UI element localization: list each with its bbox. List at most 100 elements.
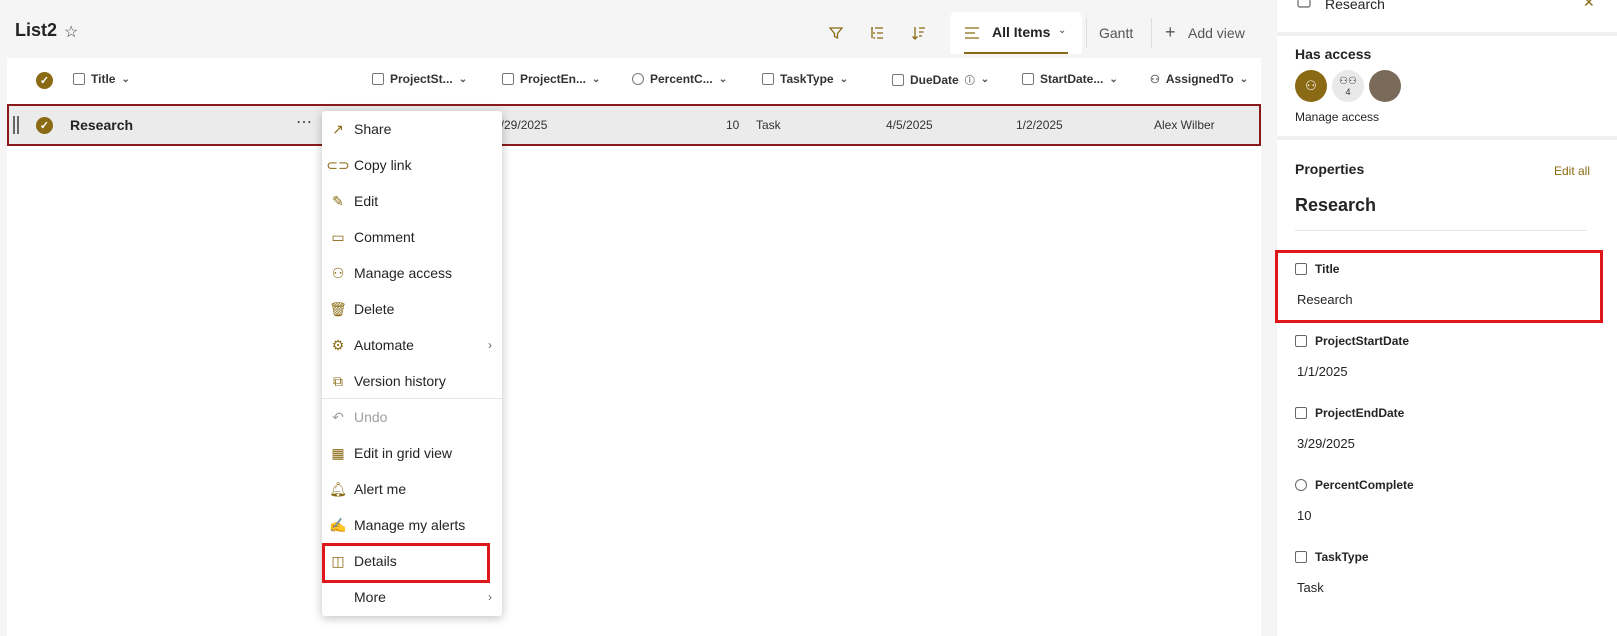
close-icon[interactable]: ✕ (1583, 0, 1595, 11)
tab-all-items[interactable]: All Items ⌄ (950, 12, 1082, 54)
link-icon: ⊂⊃ (326, 156, 350, 173)
owner-avatar-icon[interactable]: ⚇ (1295, 70, 1327, 102)
more-options-icon[interactable]: ⋯ (296, 112, 312, 132)
menu-item-automate[interactable]: ⚙ Automate › (322, 327, 502, 363)
property-value: 1/1/2025 (1297, 364, 1348, 379)
property-task-type[interactable]: TaskType Task (1277, 540, 1617, 612)
menu-item-label: Manage access (354, 265, 453, 281)
table-row[interactable] (7, 104, 1261, 146)
property-label-text: PercentComplete (1315, 478, 1414, 492)
calendar-icon (502, 73, 514, 85)
menu-item-undo: ↶ Undo (322, 399, 502, 435)
chevron-down-icon: ⌄ (458, 73, 468, 85)
group-avatar[interactable]: ⚇⚇ 4 (1332, 70, 1364, 102)
item-title: Research (1295, 195, 1377, 215)
property-label-text: ProjectStartDate (1315, 334, 1410, 348)
property-project-end-date[interactable]: ProjectEndDate 3/29/2025 (1277, 396, 1617, 468)
edit-all-link[interactable]: Edit all (1554, 164, 1590, 178)
column-header-due-date[interactable]: DueDate ⓘ ⌄ (892, 72, 989, 87)
view-name: All Items (992, 24, 1051, 40)
menu-item-label: Copy link (354, 157, 412, 173)
favorite-star-icon[interactable]: ☆ (64, 22, 78, 42)
calendar-icon (1295, 407, 1307, 419)
property-percent-complete[interactable]: PercentComplete 10 (1277, 468, 1617, 540)
user-avatar[interactable] (1369, 70, 1401, 102)
alerts-icon: ✍ (329, 516, 347, 533)
column-label: Title (91, 72, 116, 86)
select-all-checkbox[interactable]: ✓ (36, 72, 53, 89)
chevron-down-icon: ⌄ (121, 73, 130, 85)
access-section: Has access ⚇ ⚇⚇ 4 Manage access (1277, 36, 1617, 136)
column-header-project-end[interactable]: ProjectEn... ⌄ (502, 72, 600, 86)
comment-icon: ▭ (331, 228, 345, 245)
divider (1295, 230, 1587, 231)
add-view-button[interactable]: Add view (1188, 25, 1245, 41)
menu-item-label: Edit in grid view (354, 445, 453, 461)
bell-icon: 🔔︎ (329, 480, 347, 497)
menu-item-edit[interactable]: ✎ Edit (322, 183, 502, 219)
menu-item-share[interactable]: ↗ Share (322, 111, 502, 147)
chevron-right-icon: › (488, 590, 492, 604)
menu-item-edit-grid[interactable]: ▦ Edit in grid view (322, 435, 502, 471)
property-label: ProjectEndDate (1295, 406, 1404, 420)
plus-icon[interactable]: + (1165, 22, 1176, 43)
column-header-start-date[interactable]: StartDate... ⌄ (1022, 72, 1118, 86)
chevron-down-icon: ⌄ (1239, 73, 1249, 85)
details-pane: Research ✕ Has access ⚇ ⚇⚇ 4 Manage acce… (1275, 0, 1617, 636)
menu-item-label: Manage my alerts (354, 517, 466, 533)
menu-item-alert-me[interactable]: 🔔︎ Alert me (322, 471, 502, 507)
tab-gantt[interactable]: Gantt (1099, 25, 1133, 41)
menu-item-comment[interactable]: ▭ Comment (322, 219, 502, 255)
row-checkbox[interactable]: ✓ (36, 117, 53, 134)
calendar-icon (892, 73, 904, 86)
menu-item-label: Undo (354, 409, 388, 425)
menu-item-manage-access[interactable]: ⚇ Manage access (322, 255, 502, 291)
property-value: 10 (1297, 508, 1312, 523)
list-title: List2 (15, 20, 58, 40)
group-icon: ⚇⚇ (1339, 75, 1357, 87)
chevron-down-icon: ⌄ (980, 74, 990, 85)
column-header-percent-complete[interactable]: PercentC... ⌄ (632, 72, 727, 86)
group-by-icon[interactable] (866, 22, 888, 44)
pencil-icon: ✎ (332, 192, 344, 209)
manage-access-link[interactable]: Manage access (1295, 110, 1379, 124)
chevron-down-icon: ⌄ (592, 73, 601, 85)
cell-start-date: 1/2/2025 (1016, 118, 1063, 132)
column-header-project-start[interactable]: ProjectSt... ⌄ (372, 72, 467, 86)
menu-item-delete[interactable]: 🗑 Delete (322, 291, 502, 327)
menu-item-copy-link[interactable]: ⊂⊃ Copy link (322, 147, 502, 183)
details-highlight-box (322, 543, 490, 583)
row-title[interactable]: Research (70, 117, 133, 133)
property-project-start-date[interactable]: ProjectStartDate 1/1/2025 (1277, 324, 1617, 396)
list-item-icon (1297, 0, 1311, 13)
column-header-title[interactable]: Title ⌄ (73, 72, 130, 86)
chevron-down-icon: ⌄ (718, 73, 728, 85)
menu-item-version-history[interactable]: ⧉ Version history (322, 363, 502, 399)
menu-item-label: Comment (354, 229, 415, 245)
property-label-text: TaskType (1315, 550, 1369, 564)
property-value: Task (1297, 580, 1324, 595)
calendar-icon (1295, 335, 1307, 347)
cell-due-date: 4/5/2025 (886, 118, 933, 132)
column-header-task-type[interactable]: TaskType ⌄ (762, 72, 848, 86)
page: List2 ☆ All Items ⌄ Gantt + Add view ✓ T… (0, 0, 1617, 636)
pane-header: Research ✕ (1277, 0, 1617, 32)
info-icon[interactable]: ⓘ (965, 72, 975, 87)
column-header-assigned-to[interactable]: ⚇ AssignedTo ⌄ (1150, 72, 1248, 86)
text-column-icon (1295, 551, 1307, 563)
text-column-icon (762, 73, 774, 85)
drag-handle-icon[interactable] (13, 116, 19, 134)
filter-icon[interactable] (825, 22, 847, 44)
menu-item-manage-alerts[interactable]: ✍ Manage my alerts (322, 507, 502, 543)
trash-icon: 🗑 (329, 300, 347, 317)
column-label: AssignedTo (1165, 72, 1234, 86)
grid-icon: ▦ (331, 444, 345, 461)
spacer-icon (330, 589, 346, 605)
menu-item-more[interactable]: More › (322, 579, 502, 615)
calendar-icon (1022, 73, 1034, 85)
cell-task-type: Task (756, 118, 781, 132)
property-label: PercentComplete (1295, 478, 1414, 492)
sort-icon[interactable] (908, 22, 930, 44)
column-label: PercentC... (650, 72, 713, 86)
chevron-down-icon: ⌄ (1109, 73, 1118, 85)
